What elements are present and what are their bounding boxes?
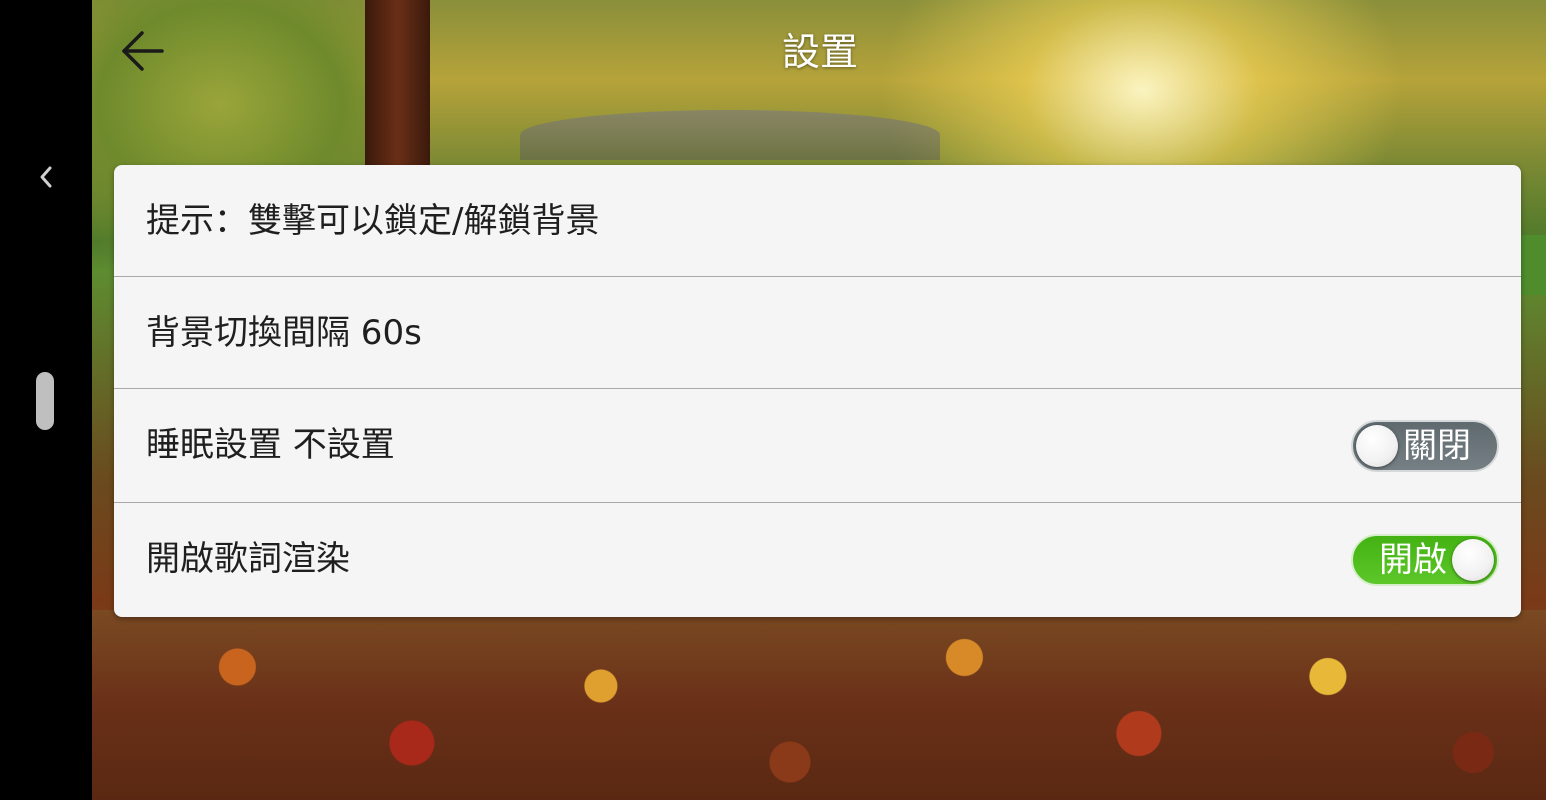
lyrics-render-toggle[interactable]: 開啟 [1351, 534, 1499, 586]
lyrics-render-toggle-text: 開啟 [1379, 540, 1447, 580]
settings-screen: 設置 提示：雙擊可以鎖定/解鎖背景 背景切換間隔 60s 睡眠設置 不設置 關閉… [0, 0, 1546, 800]
setting-label-sleep: 睡眠設置 不設置 [146, 425, 395, 465]
sleep-toggle[interactable]: 關閉 [1351, 420, 1499, 472]
setting-label-lock-hint: 提示：雙擊可以鎖定/解鎖背景 [146, 201, 600, 241]
background-leaves [92, 610, 1546, 800]
background-tree-trunk [365, 0, 430, 170]
settings-card: 提示：雙擊可以鎖定/解鎖背景 背景切換間隔 60s 睡眠設置 不設置 關閉 開啟… [114, 165, 1521, 617]
setting-row-sleep[interactable]: 睡眠設置 不設置 關閉 [114, 389, 1521, 503]
arrow-left-icon[interactable] [116, 28, 166, 74]
drag-handle[interactable] [36, 372, 54, 430]
setting-label-background-interval: 背景切換間隔 60s [146, 313, 422, 353]
setting-row-lyrics-render[interactable]: 開啟歌詞渲染 開啟 [114, 503, 1521, 617]
chevron-left-icon[interactable] [36, 163, 56, 191]
toggle-knob [1356, 425, 1398, 467]
setting-row-background-interval[interactable]: 背景切換間隔 60s [114, 277, 1521, 389]
page-title: 設置 [781, 30, 858, 74]
system-side-bar [0, 0, 92, 800]
sleep-toggle-text: 關閉 [1403, 426, 1471, 466]
background-bridge [520, 110, 940, 160]
toggle-knob [1452, 539, 1494, 581]
setting-label-lyrics-render: 開啟歌詞渲染 [146, 539, 350, 579]
setting-row-lock-hint[interactable]: 提示：雙擊可以鎖定/解鎖背景 [114, 165, 1521, 277]
